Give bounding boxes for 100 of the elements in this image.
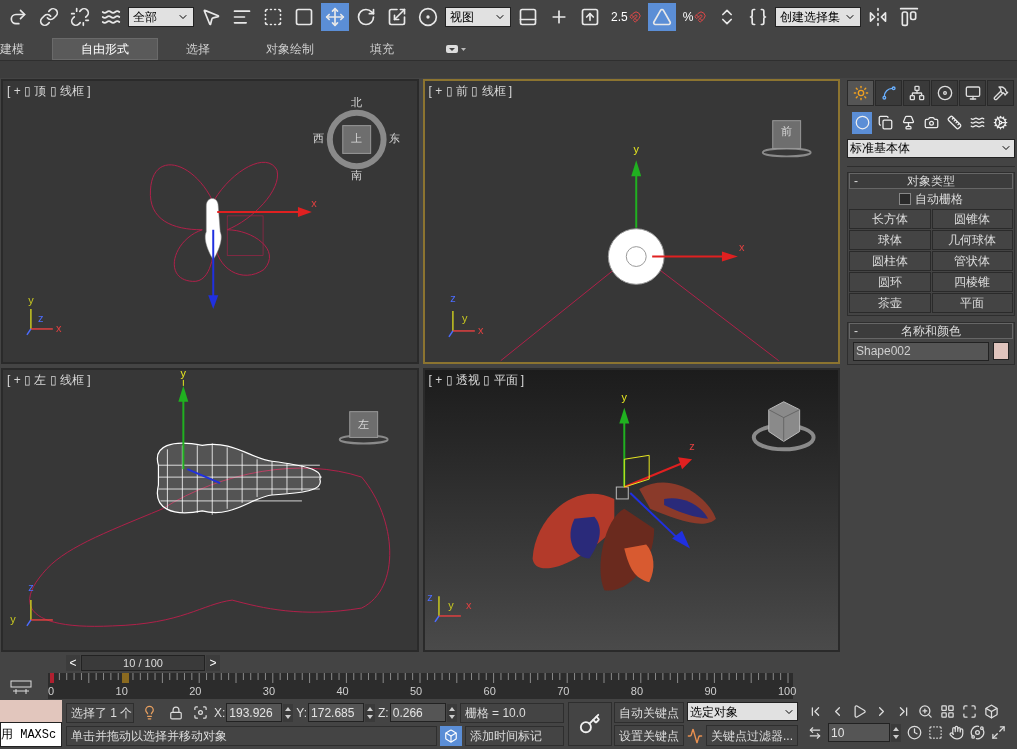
viewport[interactable]: [ + ▯ 透视 ▯ 平面 ] y z z y x xyxy=(422,367,840,653)
viewport[interactable]: [ + ▯ 左 ▯ 线框 ] 左 y z y xyxy=(1,367,419,653)
viewcube[interactable] xyxy=(761,120,812,158)
panel-tab[interactable] xyxy=(903,79,930,106)
toolbar-dropdown[interactable]: 创建选择集 xyxy=(775,6,862,27)
ribbon-tab[interactable]: 自由形式 xyxy=(52,37,158,60)
curve-icon[interactable] xyxy=(687,727,703,744)
pan-icon[interactable] xyxy=(949,725,964,741)
viewport-label[interactable]: [ + ▯ 左 ▯ 线框 ] xyxy=(7,370,91,389)
key-mode-dropdown[interactable]: 选定对象 xyxy=(687,702,798,722)
frame-field[interactable]: 10 xyxy=(828,723,890,743)
upload-icon xyxy=(580,6,600,27)
snap-toggle[interactable]: % xyxy=(678,2,711,31)
axis-label: y xyxy=(633,143,639,156)
set-key-mode-button[interactable]: 设置关键点 xyxy=(614,725,684,747)
rollout-header[interactable]: - 对象类型 xyxy=(849,172,1013,189)
panel-tab[interactable] xyxy=(847,79,874,106)
tick-label: 50 xyxy=(410,684,423,700)
listener-output xyxy=(0,700,62,723)
color-swatch[interactable] xyxy=(993,342,1009,361)
viewport-label[interactable]: [ + ▯ 透视 ▯ 平面 ] xyxy=(428,370,525,389)
ribbon-tab[interactable]: 建模 xyxy=(0,37,52,60)
spinner-arrows[interactable] xyxy=(891,723,901,742)
toolbar-button[interactable] xyxy=(321,2,349,31)
axis-tripod xyxy=(447,310,476,338)
disc-icon xyxy=(936,84,953,101)
rollout-header[interactable]: - 名称和颜色 xyxy=(849,322,1013,339)
category-button[interactable] xyxy=(852,111,872,134)
time-config-icon[interactable] xyxy=(907,725,922,741)
time-tag-button[interactable] xyxy=(440,726,462,747)
play-icon[interactable] xyxy=(852,704,867,720)
coordinate-field[interactable]: 0.266 xyxy=(389,703,446,723)
add-time-tag-button[interactable]: 添加时间标记 xyxy=(465,726,564,747)
primitive-button[interactable]: 管状体 xyxy=(931,250,1013,271)
snap-toggle[interactable]: 2.5 xyxy=(607,2,645,31)
viewport[interactable]: [ + ▯ 顶 ▯ 线框 ] 北 西 上 东 南 x y z x xyxy=(1,78,419,364)
maximize-icon[interactable] xyxy=(991,725,1006,741)
curve-editor-icon[interactable] xyxy=(10,680,32,697)
primitive-button[interactable]: 圆环 xyxy=(849,271,931,292)
collapse-toggle[interactable]: - xyxy=(854,321,870,340)
primitive-button[interactable]: 几何球体 xyxy=(931,229,1013,250)
zoom-icon[interactable] xyxy=(918,704,933,720)
ribbon-tab[interactable]: 对象绘制 xyxy=(238,37,342,60)
coordinate-field[interactable]: 193.926 xyxy=(226,703,283,723)
toolbar-dropdown[interactable]: 全部 xyxy=(128,6,194,27)
zoom-region-icon[interactable] xyxy=(928,725,943,741)
viewport[interactable]: [ + ▯ 前 ▯ 线框 ] 前 y x z y x xyxy=(422,78,840,364)
viewcube[interactable] xyxy=(751,400,816,451)
ribbon-tab[interactable]: 填充 xyxy=(342,37,422,60)
viewcube[interactable] xyxy=(326,109,387,170)
box-icon[interactable] xyxy=(984,704,999,720)
primitive-button[interactable]: 长方体 xyxy=(849,208,931,229)
panel-tab[interactable] xyxy=(875,79,902,106)
key-filters-button[interactable]: 关键点过滤器... xyxy=(706,725,798,747)
orbit-icon[interactable] xyxy=(970,725,985,741)
primitive-button[interactable]: 球体 xyxy=(849,229,931,250)
viewcube-label: 北 xyxy=(351,95,363,108)
scale-icon xyxy=(387,6,407,27)
lightbulb-icon[interactable] xyxy=(142,705,157,721)
ribbon-tab[interactable]: 选择 xyxy=(158,37,238,60)
primitive-button[interactable]: 圆柱体 xyxy=(849,250,931,271)
axis-label: z xyxy=(426,590,433,603)
axis-tripod xyxy=(26,308,54,336)
auto-key-button[interactable]: 自动关键点 xyxy=(614,702,684,724)
viewcube-label: 西 xyxy=(313,132,325,145)
maxscript-field[interactable]: 用 MAXSc xyxy=(0,722,62,748)
panel-tab[interactable] xyxy=(987,79,1014,106)
current-frame-marker[interactable] xyxy=(121,673,129,684)
set-key-button[interactable] xyxy=(568,702,612,747)
collapse-toggle[interactable]: - xyxy=(854,171,870,190)
checkbox[interactable] xyxy=(899,192,911,205)
axis-label: y xyxy=(447,598,454,611)
primitive-button[interactable]: 平面 xyxy=(931,292,1013,313)
coordinate-field[interactable]: 172.685 xyxy=(308,703,365,723)
spinner-arrows[interactable] xyxy=(365,703,376,722)
tick-label: 40 xyxy=(336,684,349,700)
viewcube[interactable] xyxy=(338,410,389,444)
panel-tab[interactable] xyxy=(959,79,986,106)
previous-frame-button[interactable]: < xyxy=(66,655,80,672)
spinner-arrows[interactable] xyxy=(283,703,294,722)
panel-tab[interactable] xyxy=(931,79,958,106)
dashed-rectangle-icon xyxy=(263,6,283,27)
toolbar-button[interactable] xyxy=(647,2,676,31)
viewport-label[interactable]: [ + ▯ 前 ▯ 线框 ] xyxy=(428,81,513,100)
primitive-button[interactable]: 四棱锥 xyxy=(931,271,1013,292)
viewport-label[interactable]: [ + ▯ 顶 ▯ 线框 ] xyxy=(7,81,91,100)
link-icon xyxy=(39,6,59,27)
spinner-arrows[interactable] xyxy=(446,703,457,722)
zoom-all-icon[interactable] xyxy=(940,704,955,720)
zoom-extents-icon[interactable] xyxy=(962,704,977,720)
name-field[interactable]: Shape002 xyxy=(853,341,989,361)
toolbar-dropdown[interactable]: 视图 xyxy=(445,6,511,27)
lock-icon[interactable] xyxy=(169,705,183,720)
primitive-button[interactable]: 茶壶 xyxy=(849,292,931,313)
axis-label: y xyxy=(28,294,34,306)
category-dropdown[interactable]: 标准基本体 xyxy=(847,138,1015,158)
align-icon xyxy=(899,6,920,27)
primitive-button[interactable]: 圆锥体 xyxy=(931,208,1013,229)
next-frame-button[interactable]: > xyxy=(206,655,220,672)
start-marker xyxy=(50,673,54,684)
